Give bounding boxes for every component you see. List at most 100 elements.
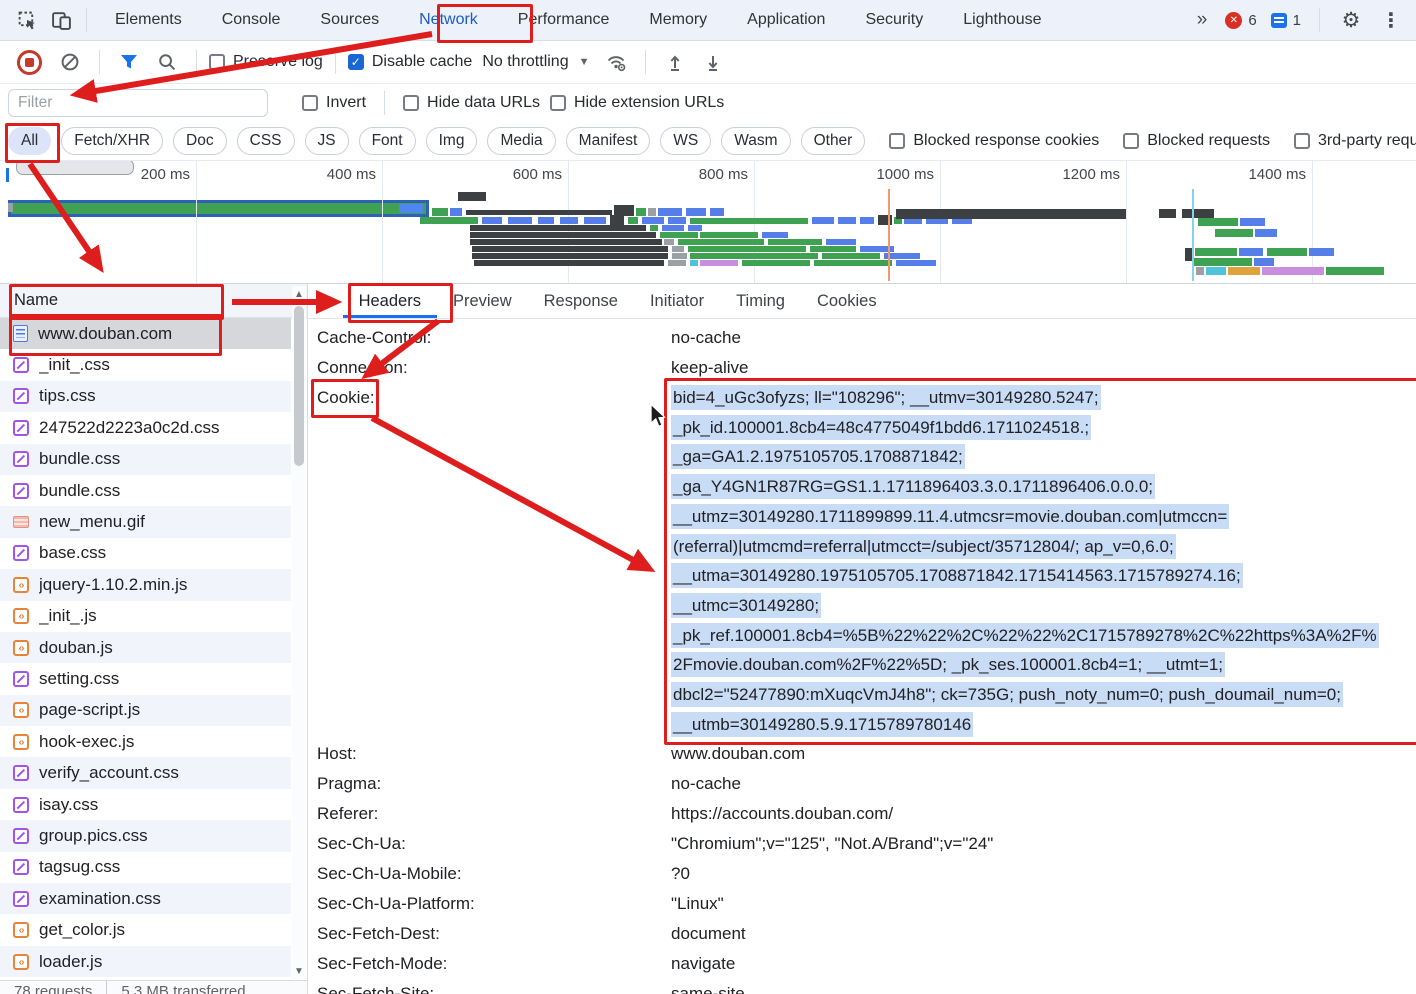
devtools-tab-network[interactable]: Network bbox=[399, 0, 498, 40]
devtools-tab-application[interactable]: Application bbox=[727, 0, 845, 40]
filter-funnel-icon[interactable] bbox=[112, 45, 146, 79]
details-tab-cookies[interactable]: Cookies bbox=[801, 284, 893, 318]
hide-extension-urls-checkbox[interactable]: Hide extension URLs bbox=[550, 94, 724, 112]
issues-badge[interactable]: 1 bbox=[1267, 12, 1305, 29]
timeline-tick-label: 1400 ms bbox=[1216, 166, 1306, 183]
request-row-setting-css[interactable]: setting.css bbox=[0, 663, 291, 694]
type-chip-fetch-xhr[interactable]: Fetch/XHR bbox=[61, 127, 163, 155]
cookie-line: __utmc=30149280; bbox=[671, 591, 1408, 621]
type-chip-font[interactable]: Font bbox=[359, 127, 416, 155]
request-row-get-color-js[interactable]: ‹›get_color.js bbox=[0, 914, 291, 945]
network-conditions-icon[interactable] bbox=[599, 45, 633, 79]
settings-gear-icon[interactable]: ⚙ bbox=[1334, 3, 1368, 37]
record-network-log-icon[interactable] bbox=[17, 50, 42, 75]
request-row-new-menu-gif[interactable]: new_menu.gif bbox=[0, 506, 291, 537]
js-file-icon: ‹› bbox=[13, 734, 29, 750]
scroll-up-icon[interactable]: ▲ bbox=[292, 288, 306, 302]
request-row-group-pics-css[interactable]: group.pics.css bbox=[0, 820, 291, 851]
request-row-verify-account-css[interactable]: verify_account.css bbox=[0, 757, 291, 788]
cookie-line: dbcl2="52477890:mXuqcVmJ4h8"; ck=735G; p… bbox=[671, 680, 1408, 710]
checkbox-blocked-requests[interactable]: Blocked requests bbox=[1123, 132, 1270, 150]
selected-text: _ga_Y4GN1R87RG=GS1.1.1711896403.3.0.1711… bbox=[671, 474, 1155, 499]
waterfall-bar bbox=[1228, 267, 1260, 275]
error-badge[interactable]: ✕ 6 bbox=[1221, 12, 1260, 29]
js-file-icon: ‹› bbox=[13, 608, 29, 624]
type-chip-all[interactable]: All bbox=[8, 127, 51, 155]
type-chip-manifest[interactable]: Manifest bbox=[566, 127, 651, 155]
type-chip-css[interactable]: CSS bbox=[237, 127, 295, 155]
css-file-icon bbox=[13, 671, 29, 687]
clear-network-log-icon[interactable] bbox=[53, 45, 87, 79]
header-key: Cache-Control: bbox=[317, 323, 671, 353]
request-name: group.pics.css bbox=[39, 826, 148, 846]
request-row-douban-js[interactable]: ‹›douban.js bbox=[0, 632, 291, 663]
close-icon[interactable]: ✕ bbox=[318, 292, 343, 310]
devtools-tab-sources[interactable]: Sources bbox=[300, 0, 399, 40]
search-icon[interactable] bbox=[150, 45, 184, 79]
type-chip-other[interactable]: Other bbox=[801, 127, 866, 155]
details-tab-initiator[interactable]: Initiator bbox=[634, 284, 720, 318]
request-row-loader-js[interactable]: ‹›loader.js bbox=[0, 946, 291, 977]
request-row-tagsug-css[interactable]: tagsug.css bbox=[0, 852, 291, 883]
request-row-examination-css[interactable]: examination.css bbox=[0, 883, 291, 914]
throttling-dropdown[interactable]: No throttling ▼ bbox=[476, 53, 595, 71]
cookie-value-block: bid=4_uGc3ofyzs; ll="108296"; __utmv=301… bbox=[671, 383, 1408, 739]
type-chip-img[interactable]: Img bbox=[426, 127, 478, 155]
waterfall-bar bbox=[678, 239, 764, 245]
request-name: bundle.css bbox=[39, 481, 120, 501]
request-row-247522d2223a0c2d-css[interactable]: 247522d2223a0c2d.css bbox=[0, 412, 291, 443]
request-row-init-css[interactable]: _init_.css bbox=[0, 349, 291, 380]
network-overview-timeline[interactable]: 200 ms400 ms600 ms800 ms1000 ms1200 ms14… bbox=[0, 161, 1416, 284]
devtools-tab-lighthouse[interactable]: Lighthouse bbox=[943, 0, 1061, 40]
header-value: no-cache bbox=[671, 769, 1416, 799]
request-row-tips-css[interactable]: tips.css bbox=[0, 381, 291, 412]
details-tab-response[interactable]: Response bbox=[528, 284, 634, 318]
devtools-tab-strip: ElementsConsoleSourcesNetworkPerformance… bbox=[95, 0, 1062, 40]
checkbox-blocked-response-cookies[interactable]: Blocked response cookies bbox=[889, 132, 1099, 150]
hide-data-urls-checkbox[interactable]: Hide data URLs bbox=[403, 94, 540, 112]
export-har-icon[interactable] bbox=[696, 45, 730, 79]
request-row-bundle-css[interactable]: bundle.css bbox=[0, 475, 291, 506]
request-row-base-css[interactable]: base.css bbox=[0, 538, 291, 569]
request-row-init-js[interactable]: ‹›_init_.js bbox=[0, 601, 291, 632]
details-tab-preview[interactable]: Preview bbox=[437, 284, 528, 318]
waterfall-bar bbox=[472, 253, 668, 259]
scroll-down-icon[interactable]: ▼ bbox=[292, 965, 306, 979]
preserve-log-checkbox[interactable]: Preserve log bbox=[209, 53, 323, 71]
devtools-tab-performance[interactable]: Performance bbox=[498, 0, 630, 40]
inspect-element-icon[interactable] bbox=[10, 3, 44, 37]
divider bbox=[86, 8, 87, 32]
devtools-tab-security[interactable]: Security bbox=[845, 0, 943, 40]
details-tab-timing[interactable]: Timing bbox=[720, 284, 801, 318]
request-row-page-script-js[interactable]: ‹›page-script.js bbox=[0, 695, 291, 726]
type-chip-media[interactable]: Media bbox=[487, 127, 555, 155]
tabbar-right-cluster: » ✕ 6 1 ⚙ ⋮ bbox=[1189, 3, 1408, 37]
disable-cache-checkbox[interactable]: Disable cache bbox=[348, 53, 473, 71]
type-chip-ws[interactable]: WS bbox=[660, 127, 711, 155]
request-row-www-douban-com[interactable]: www.douban.com bbox=[0, 318, 291, 349]
message-icon bbox=[1271, 13, 1287, 28]
invert-checkbox[interactable]: Invert bbox=[302, 94, 366, 112]
devtools-tab-memory[interactable]: Memory bbox=[629, 0, 727, 40]
filter-input[interactable] bbox=[8, 89, 268, 117]
name-column-header[interactable]: Name bbox=[0, 284, 307, 318]
request-row-isay-css[interactable]: isay.css bbox=[0, 789, 291, 820]
more-tabs-icon[interactable]: » bbox=[1189, 9, 1216, 31]
checkbox-unchecked-icon bbox=[550, 95, 566, 111]
kebab-menu-icon[interactable]: ⋮ bbox=[1374, 3, 1408, 37]
request-row-jquery-1-10-2-min-js[interactable]: ‹›jquery-1.10.2.min.js bbox=[0, 569, 291, 600]
request-list-scrollbar[interactable]: ▲ ▼ bbox=[292, 286, 306, 979]
request-row-hook-exec-js[interactable]: ‹›hook-exec.js bbox=[0, 726, 291, 757]
selected-text: (referral)|utmcmd=referral|utmcct=/subje… bbox=[671, 534, 1176, 559]
type-chip-js[interactable]: JS bbox=[305, 127, 349, 155]
import-har-icon[interactable] bbox=[658, 45, 692, 79]
details-tab-headers[interactable]: Headers bbox=[343, 284, 437, 318]
type-chip-doc[interactable]: Doc bbox=[173, 127, 227, 155]
devtools-tab-elements[interactable]: Elements bbox=[95, 0, 202, 40]
devtools-tab-console[interactable]: Console bbox=[202, 0, 301, 40]
checkbox-3rd-party-requests[interactable]: 3rd-party requests bbox=[1294, 132, 1416, 150]
scrollbar-thumb[interactable] bbox=[294, 306, 304, 466]
type-chip-wasm[interactable]: Wasm bbox=[721, 127, 790, 155]
device-toolbar-icon[interactable] bbox=[44, 3, 78, 37]
request-row-bundle-css[interactable]: bundle.css bbox=[0, 444, 291, 475]
